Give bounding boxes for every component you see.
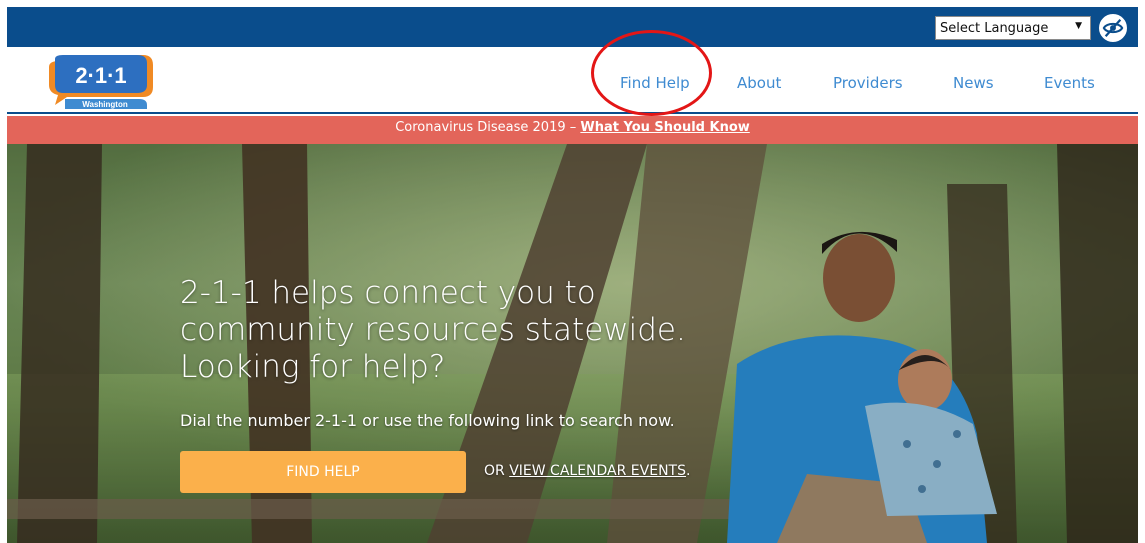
page: Select Language ▼ 2·1·1 Washington Find … <box>7 7 1138 543</box>
site-header: 2·1·1 Washington Find Help About Provide… <box>7 30 1138 116</box>
language-select-value: Select Language <box>940 20 1049 36</box>
language-select[interactable]: Select Language ▼ <box>935 16 1091 40</box>
nav-providers[interactable]: Providers <box>833 74 903 92</box>
find-help-button[interactable]: FIND HELP <box>180 451 466 493</box>
nav-events[interactable]: Events <box>1044 74 1095 92</box>
logo-state: Washington <box>82 100 128 109</box>
accessibility-button[interactable] <box>1097 12 1129 44</box>
logo[interactable]: 2·1·1 Washington <box>45 55 157 109</box>
calendar-events-text: OR VIEW CALENDAR EVENTS. <box>484 463 690 479</box>
alert-bar: Coronavirus Disease 2019 – What You Shou… <box>7 116 1138 146</box>
alert-link[interactable]: What You Should Know <box>580 120 749 135</box>
hero-subtitle: Dial the number 2-1-1 or use the followi… <box>180 411 675 430</box>
hero-banner: 2-1-1 helps connect you to community res… <box>7 144 1138 543</box>
nav-news[interactable]: News <box>953 74 994 92</box>
logo-numbers: 2·1·1 <box>75 63 126 88</box>
nav-find-help[interactable]: Find Help <box>620 74 690 92</box>
eye-slash-icon <box>1102 19 1124 37</box>
hero-title: 2-1-1 helps connect you to community res… <box>180 275 686 385</box>
or-label: OR <box>484 463 510 479</box>
view-calendar-events-link[interactable]: VIEW CALENDAR EVENTS <box>509 463 686 479</box>
chevron-down-icon: ▼ <box>1075 21 1082 31</box>
or-period: . <box>686 463 691 479</box>
utility-bar: Select Language ▼ <box>7 7 1138 47</box>
alert-text: Coronavirus Disease 2019 – <box>395 120 581 135</box>
nav-about[interactable]: About <box>737 74 781 92</box>
